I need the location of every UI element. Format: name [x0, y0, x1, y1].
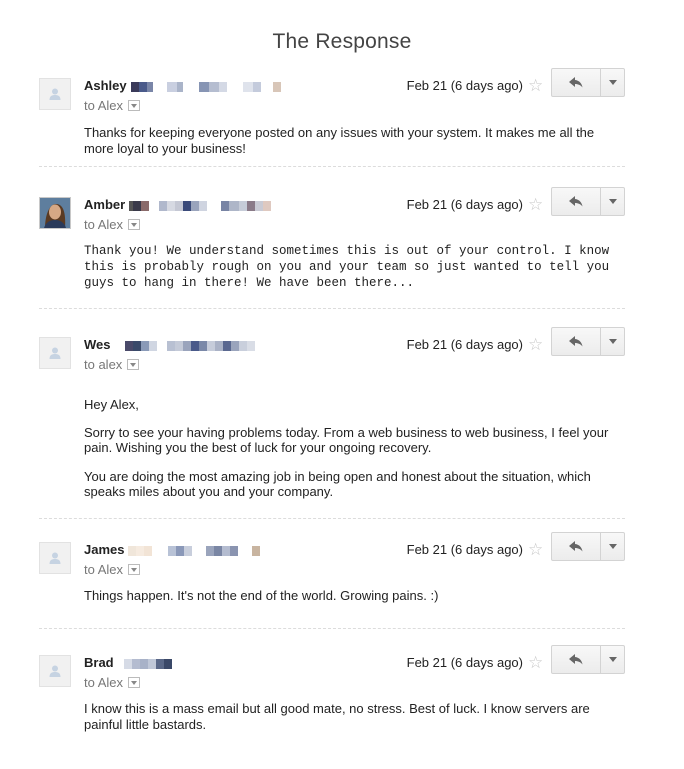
person-icon: [49, 665, 61, 677]
star-icon[interactable]: ☆: [528, 541, 543, 559]
reply-icon: [569, 336, 583, 347]
reply-icon: [569, 196, 583, 207]
redacted-email: [117, 658, 172, 669]
message-body: Things happen. It's not the end of the w…: [84, 588, 614, 616]
message-date: Feb 21 (6 days ago): [406, 337, 523, 352]
more-options-button[interactable]: [601, 533, 624, 560]
sender-name[interactable]: Brad: [84, 655, 172, 671]
message-divider: [39, 518, 625, 519]
message-body: I know this is a mass email but all good…: [84, 701, 614, 744]
message-body: Hey Alex, Sorry to see your having probl…: [84, 397, 614, 512]
star-icon[interactable]: ☆: [528, 196, 543, 214]
recipient-line[interactable]: to alex: [84, 357, 140, 373]
star-icon[interactable]: ☆: [528, 77, 543, 95]
more-options-button[interactable]: [601, 646, 624, 673]
redacted-email: [130, 81, 281, 92]
recipient-line[interactable]: to Alex: [84, 675, 141, 691]
star-icon[interactable]: ☆: [528, 336, 543, 354]
reply-button[interactable]: [552, 188, 602, 215]
message-divider: [39, 308, 625, 309]
message-paragraph: Things happen. It's not the end of the w…: [84, 588, 439, 603]
message-paragraph: Hey Alex,: [84, 397, 139, 412]
chevron-down-icon[interactable]: [128, 219, 141, 231]
message-paragraph: Sorry to see your having problems today.…: [84, 424, 609, 456]
person-icon: [49, 88, 61, 100]
avatar: [39, 78, 71, 110]
message-paragraph: I know this is a mass email but all good…: [84, 701, 590, 732]
sender-name[interactable]: Ashley: [84, 78, 281, 94]
message-date: Feb 21 (6 days ago): [406, 655, 523, 670]
message-paragraph: You are doing the most amazing job in be…: [84, 468, 591, 500]
reply-icon: [569, 77, 583, 88]
chevron-down-icon[interactable]: [128, 677, 141, 689]
sender-name[interactable]: Wes: [84, 337, 255, 353]
avatar-photo: [39, 197, 71, 229]
more-options-button[interactable]: [601, 188, 624, 215]
chevron-down-icon[interactable]: [128, 564, 141, 576]
reply-button-group: [551, 532, 625, 561]
avatar: [39, 337, 71, 369]
more-options-button[interactable]: [601, 328, 624, 355]
more-options-button[interactable]: [601, 69, 624, 96]
reply-button-group: [551, 645, 625, 674]
star-icon[interactable]: ☆: [528, 654, 543, 672]
message-date: Feb 21 (6 days ago): [406, 78, 523, 93]
recipient-line[interactable]: to Alex: [84, 98, 141, 114]
reply-button-group: [551, 187, 625, 216]
message-body: Thanks for keeping everyone posted on an…: [84, 125, 614, 168]
reply-button-group: [551, 327, 625, 356]
recipient-line[interactable]: to Alex: [84, 562, 141, 578]
message-date: Feb 21 (6 days ago): [406, 197, 523, 212]
reply-button-group: [551, 68, 625, 97]
message-date: Feb 21 (6 days ago): [406, 542, 523, 557]
person-icon: [49, 347, 61, 359]
redacted-email: [129, 200, 272, 211]
sender-name[interactable]: Amber: [84, 197, 272, 213]
chevron-down-icon[interactable]: [127, 359, 140, 371]
reply-icon: [569, 654, 583, 665]
reply-button[interactable]: [552, 69, 602, 96]
avatar: [39, 542, 71, 574]
redacted-email: [114, 340, 255, 351]
reply-icon: [569, 541, 583, 552]
email-thread: Ashley to Alex Feb 21 (6 days ago) ☆ Tha…: [0, 0, 684, 769]
message-paragraph: Thank you! We understand sometimes this …: [84, 244, 610, 290]
reply-button[interactable]: [552, 328, 602, 355]
reply-button[interactable]: [552, 646, 602, 673]
reply-button[interactable]: [552, 533, 602, 560]
message-divider: [39, 628, 625, 629]
avatar: [39, 655, 71, 687]
message-divider: [39, 166, 625, 167]
person-icon: [49, 552, 61, 564]
chevron-down-icon[interactable]: [128, 100, 141, 112]
message-paragraph: Thanks for keeping everyone posted on an…: [84, 125, 595, 156]
sender-name[interactable]: James: [84, 542, 261, 558]
redacted-email: [128, 545, 261, 556]
recipient-line[interactable]: to Alex: [84, 217, 141, 233]
message-body: Thank you! We understand sometimes this …: [84, 243, 614, 303]
person-photo-icon: [40, 198, 70, 228]
